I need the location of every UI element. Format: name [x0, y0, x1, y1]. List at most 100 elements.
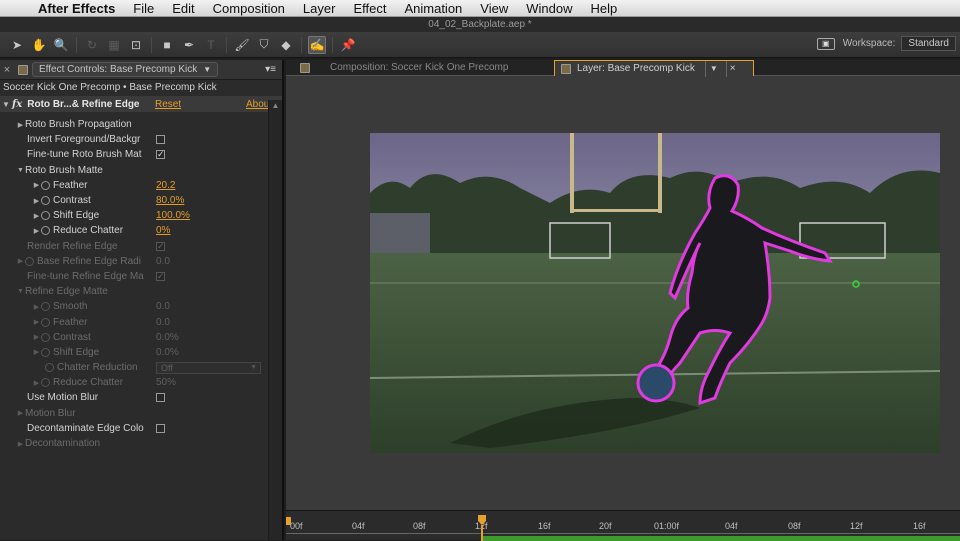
clone-stamp-tool-icon[interactable]: ⛉: [255, 36, 273, 54]
brush-tool-icon[interactable]: 🖌: [233, 36, 251, 54]
menu-edit[interactable]: Edit: [163, 1, 203, 16]
selection-tool-icon[interactable]: ➤: [8, 36, 26, 54]
type-tool-icon[interactable]: T: [202, 36, 220, 54]
camera-tool-icon[interactable]: ▦: [105, 36, 123, 54]
render-refine-edge-checkbox[interactable]: ✓: [156, 241, 165, 251]
stopwatch-icon[interactable]: [41, 226, 50, 236]
reduce-chatter-value[interactable]: 0%: [156, 225, 170, 236]
expand-triangle-icon[interactable]: ▶: [32, 181, 41, 189]
chevron-down-icon[interactable]: ▼: [203, 65, 211, 74]
refine-reduce-chatter-value[interactable]: 50%: [156, 377, 176, 388]
stopwatch-icon[interactable]: [41, 211, 50, 221]
fine-tune-refine-checkbox[interactable]: ✓: [156, 271, 165, 281]
stopwatch-icon[interactable]: [41, 180, 50, 190]
expand-triangle-icon[interactable]: ▼: [0, 100, 12, 109]
stopwatch-icon[interactable]: [41, 196, 50, 206]
tab-layer[interactable]: Layer: Base Precomp Kick ▼ ×: [554, 60, 754, 77]
prop-roto-brush-matte[interactable]: ▼ Roto Brush Matte: [0, 163, 266, 178]
effect-controls-scrollbar[interactable]: ▲: [268, 100, 282, 540]
stopwatch-icon[interactable]: [41, 378, 50, 388]
scroll-up-icon[interactable]: ▲: [269, 100, 282, 112]
chevron-down-icon[interactable]: ▼: [704, 60, 718, 77]
expand-triangle-icon[interactable]: ▶: [16, 121, 25, 129]
expand-triangle-icon[interactable]: ▶: [32, 318, 41, 326]
tab-composition[interactable]: Composition: Soccer Kick One Precomp: [294, 60, 550, 76]
workspace-toggle-icon[interactable]: ▣: [816, 37, 835, 50]
chevron-down-icon[interactable]: ▼: [250, 363, 257, 373]
expand-triangle-icon[interactable]: ▶: [32, 212, 41, 220]
prop-label: Refine Edge Matte: [25, 286, 108, 298]
layer-timeline[interactable]: 00f 04f 08f 12f 16f 20f 01:00f 04f 08f 1…: [286, 510, 960, 541]
time-ruler[interactable]: 00f 04f 08f 12f 16f 20f 01:00f 04f 08f 1…: [286, 519, 960, 533]
close-tab-icon[interactable]: ×: [725, 60, 736, 77]
refine-contrast-value[interactable]: 0.0%: [156, 332, 179, 343]
menu-app-name[interactable]: After Effects: [34, 1, 124, 16]
workspace-select[interactable]: Standard: [901, 36, 956, 51]
lock-icon[interactable]: [561, 63, 571, 74]
rotate-tool-icon[interactable]: ↻: [83, 36, 101, 54]
close-icon[interactable]: ×: [0, 64, 14, 76]
fine-tune-roto-checkbox[interactable]: ✓: [156, 150, 165, 160]
menu-window[interactable]: Window: [517, 1, 581, 16]
expand-triangle-icon[interactable]: ▶: [32, 197, 41, 205]
collapse-triangle-icon[interactable]: ▼: [16, 167, 25, 174]
stopwatch-icon[interactable]: [45, 363, 54, 373]
zoom-tool-icon[interactable]: 🔍: [52, 36, 70, 54]
feather-value[interactable]: 20.2: [156, 180, 175, 191]
prop-decontamination[interactable]: ▶ Decontamination: [0, 436, 266, 451]
panel-menu-icon[interactable]: ▾≡: [265, 64, 276, 75]
reset-button[interactable]: Reset: [155, 99, 181, 110]
footage-frame[interactable]: [370, 133, 940, 453]
stopwatch-icon[interactable]: [41, 317, 50, 327]
smooth-value[interactable]: 0.0: [156, 301, 170, 312]
expand-triangle-icon[interactable]: ▶: [32, 227, 41, 235]
expand-triangle-icon[interactable]: ▶: [16, 409, 25, 417]
puppet-pin-tool-icon[interactable]: 📌: [339, 36, 357, 54]
shift-edge-value[interactable]: 100.0%: [156, 210, 190, 221]
expand-triangle-icon[interactable]: ▶: [32, 303, 41, 311]
expand-triangle-icon[interactable]: ▶: [32, 333, 41, 341]
expand-triangle-icon[interactable]: ▶: [32, 348, 41, 356]
fx-icon[interactable]: fx: [12, 99, 22, 110]
invert-foreground-checkbox[interactable]: [156, 135, 165, 145]
effect-controls-tab[interactable]: Effect Controls: Base Precomp Kick ▼: [32, 62, 219, 77]
menu-effect[interactable]: Effect: [344, 1, 395, 16]
soccer-ball[interactable]: [636, 363, 676, 403]
stopwatch-icon[interactable]: [41, 347, 50, 357]
lock-icon[interactable]: [300, 63, 310, 73]
prop-roto-brush-propagation[interactable]: ▶ Roto Brush Propagation: [0, 117, 266, 132]
refine-feather-value[interactable]: 0.0: [156, 317, 170, 328]
menu-composition[interactable]: Composition: [204, 1, 294, 16]
menu-layer[interactable]: Layer: [294, 1, 345, 16]
menu-help[interactable]: Help: [581, 1, 626, 16]
pen-tool-icon[interactable]: ✒: [180, 36, 198, 54]
roto-brush-tool-icon[interactable]: ✍: [308, 35, 326, 54]
rectangle-tool-icon[interactable]: ■: [158, 36, 176, 54]
expand-triangle-icon[interactable]: ▶: [16, 440, 25, 448]
prop-refine-edge-matte[interactable]: ▼ Refine Edge Matte: [0, 284, 266, 299]
expand-triangle-icon[interactable]: ▶: [16, 257, 25, 265]
toolbar-divider: [332, 36, 333, 53]
effect-header[interactable]: ▼ fx Roto Br...& Refine Edge Reset Abou: [0, 96, 282, 112]
collapse-triangle-icon[interactable]: ▼: [16, 288, 25, 295]
menu-file[interactable]: File: [124, 1, 163, 16]
menu-view[interactable]: View: [471, 1, 517, 16]
propagation-span-bar[interactable]: [481, 536, 960, 541]
base-refine-radius-value[interactable]: 0.0: [156, 256, 170, 267]
stopwatch-icon[interactable]: [41, 302, 50, 312]
prop-motion-blur[interactable]: ▶ Motion Blur: [0, 406, 266, 421]
about-button[interactable]: Abou: [246, 99, 269, 110]
expand-triangle-icon[interactable]: ▶: [32, 379, 41, 387]
decontaminate-checkbox[interactable]: [156, 423, 165, 433]
pan-behind-tool-icon[interactable]: ⊡: [127, 36, 145, 54]
refine-shift-edge-value[interactable]: 0.0%: [156, 347, 179, 358]
menu-animation[interactable]: Animation: [395, 1, 471, 16]
lock-icon[interactable]: [18, 64, 28, 75]
stopwatch-icon[interactable]: [25, 256, 34, 266]
stopwatch-icon[interactable]: [41, 332, 50, 342]
use-motion-blur-checkbox[interactable]: [156, 393, 165, 403]
eraser-tool-icon[interactable]: ◆: [277, 36, 295, 54]
hand-tool-icon[interactable]: ✋: [30, 36, 48, 54]
chatter-reduction-select[interactable]: Off ▼: [156, 361, 261, 374]
contrast-value[interactable]: 80.0%: [156, 195, 184, 206]
